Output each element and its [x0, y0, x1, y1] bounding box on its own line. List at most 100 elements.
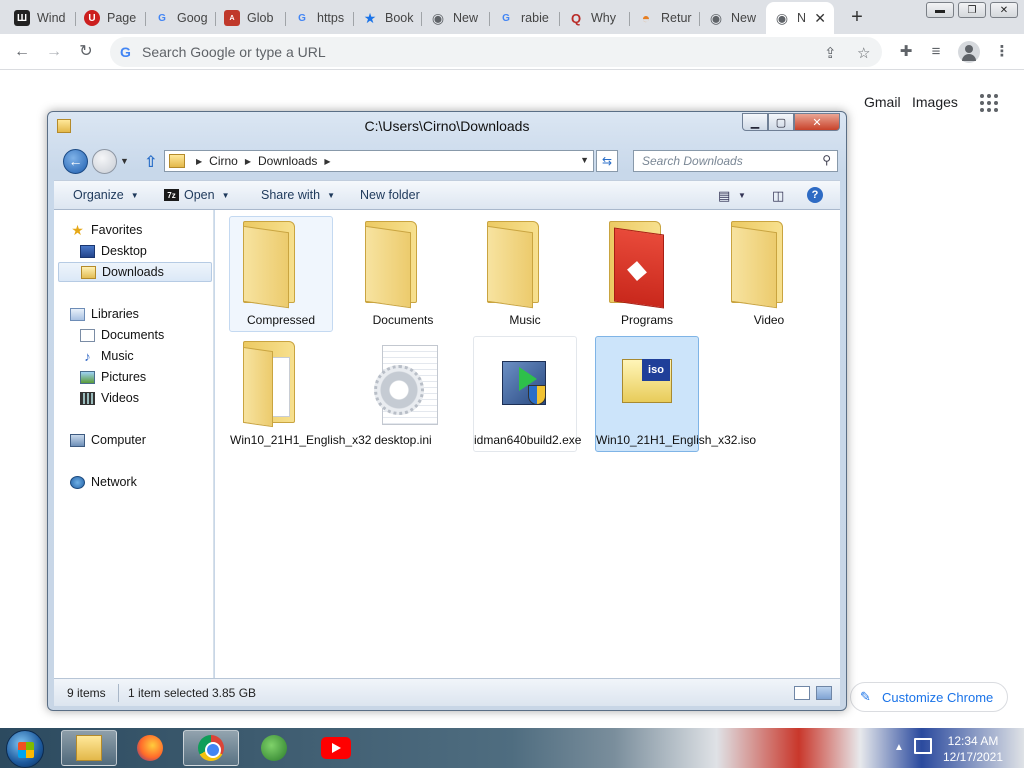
forward-button[interactable] — [92, 149, 117, 174]
file-item[interactable]: Compressed — [229, 216, 333, 332]
chevron-right-icon[interactable]: ▶ — [196, 157, 202, 166]
history-dropdown-icon[interactable]: ▼ — [120, 156, 129, 166]
help-icon[interactable]: ? — [807, 187, 823, 203]
tab-page[interactable]: U Page — [76, 4, 146, 32]
back-button[interactable]: ← — [63, 149, 88, 174]
share-with-button[interactable]: Share with ▼ — [261, 188, 335, 202]
up-arrow-icon[interactable]: ⇧ — [144, 152, 157, 172]
details-view-icon[interactable] — [794, 686, 810, 700]
tab-new[interactable]: ◉ New — [422, 4, 490, 32]
new-folder-label: New folder — [360, 188, 420, 202]
tab-wind[interactable]: Ш Wind — [6, 4, 76, 32]
pencil-icon: ✎ — [860, 689, 871, 704]
reload-icon[interactable]: ↻ — [76, 42, 96, 62]
network-tray-icon[interactable] — [914, 738, 932, 754]
folder-icon — [474, 217, 576, 313]
taskbar-youtube[interactable] — [308, 730, 364, 766]
window-title: C:\Users\Cirno\Downloads — [364, 118, 530, 134]
omnibox[interactable]: G Search Google or type a URL ⇪ ☆ — [110, 37, 882, 67]
chevron-right-icon[interactable]: ▶ — [324, 157, 330, 166]
file-name: Win10_21H1_English_x32.iso — [596, 433, 757, 447]
tab-book[interactable]: ★ Book — [354, 4, 422, 32]
file-item[interactable]: Music — [473, 216, 577, 332]
avatar[interactable] — [958, 41, 980, 63]
large-icons-view-icon[interactable] — [816, 686, 832, 700]
tray-expand-icon[interactable]: ▲ — [894, 742, 904, 753]
maximize-button[interactable]: ▢ — [768, 113, 794, 131]
new-folder-button[interactable]: New folder — [360, 188, 420, 202]
change-view-icon[interactable]: ▤ — [718, 188, 730, 204]
google-icon: G — [158, 12, 166, 24]
7zip-icon: 7z — [164, 189, 179, 201]
nav-libraries[interactable]: Libraries — [70, 304, 228, 324]
tab-why[interactable]: Q Why — [560, 4, 630, 32]
nav-downloads[interactable]: Downloads — [58, 262, 212, 282]
extensions-icon[interactable]: ✚ — [896, 42, 916, 62]
minimize-button[interactable]: ▬ — [926, 2, 954, 18]
nav-computer[interactable]: Computer — [70, 430, 228, 450]
chevron-right-icon[interactable]: ▶ — [245, 157, 251, 166]
taskbar-chrome[interactable] — [183, 730, 239, 766]
taskbar-explorer[interactable] — [61, 730, 117, 766]
status-bar: 9 items 1 item selected 3.85 GB — [54, 678, 840, 706]
taskbar-firefox[interactable] — [122, 730, 178, 766]
refresh-icon[interactable]: ⇆ — [596, 150, 618, 172]
nav-favorites[interactable]: ★ Favorites — [70, 220, 228, 240]
tab-glob[interactable]: A Glob — [216, 4, 286, 32]
folder-icon — [76, 735, 102, 761]
file-item-selected[interactable]: iso Win10_21H1_English_x32.iso — [595, 336, 757, 452]
tab-rabie[interactable]: G rabie — [490, 4, 560, 32]
search-icon[interactable]: ⚲ — [822, 153, 831, 167]
chevron-down-icon[interactable]: ▼ — [580, 155, 589, 165]
forward-arrow-icon[interactable]: → — [44, 42, 64, 62]
omnibox-placeholder[interactable]: Search Google or type a URL — [142, 44, 326, 60]
bookmark-star-icon[interactable]: ☆ — [857, 44, 870, 62]
tab-goog[interactable]: G Goog — [146, 4, 216, 32]
close-button[interactable]: ✕ — [990, 2, 1018, 18]
media-queue-icon[interactable]: ≡ — [926, 42, 946, 62]
maximize-button[interactable]: ❐ — [958, 2, 986, 18]
share-icon[interactable]: ⇪ — [824, 44, 837, 62]
chevron-down-icon[interactable]: ▼ — [738, 191, 746, 200]
breadcrumb-downloads[interactable]: Downloads — [258, 154, 317, 168]
window-controls: ▬ ❐ ✕ — [926, 2, 1018, 18]
tab-retur[interactable]: ◓ Retur — [630, 4, 700, 32]
tab-label: https — [317, 11, 345, 25]
file-item[interactable]: desktop.ini — [351, 336, 455, 452]
minimize-button[interactable]: ▁ — [742, 113, 768, 131]
close-button[interactable]: ✕ — [794, 113, 840, 131]
new-tab-button[interactable]: + — [846, 6, 868, 28]
breadcrumb-cirno[interactable]: Cirno — [209, 154, 238, 168]
clock-time: 12:34 AM — [947, 734, 999, 748]
nav-label: Favorites — [91, 223, 143, 237]
search-input[interactable]: Search Downloads ⚲ — [633, 150, 838, 172]
chevron-down-icon: ▼ — [221, 190, 230, 200]
clock[interactable]: 12:34 AM 12/17/2021 — [940, 733, 1006, 765]
images-link[interactable]: Images — [912, 94, 958, 110]
file-item[interactable]: Documents — [351, 216, 455, 332]
back-arrow-icon[interactable]: ← — [12, 42, 32, 62]
tab-new-2[interactable]: ◉ New — [700, 4, 766, 32]
clock-date: 12/17/2021 — [942, 750, 1004, 764]
close-icon[interactable]: ✕ — [814, 10, 826, 27]
start-button[interactable] — [6, 730, 44, 768]
tab-label: Page — [107, 11, 137, 25]
customize-chrome-button[interactable]: ✎ Customize Chrome — [850, 682, 1008, 712]
file-item[interactable]: ◆ Programs — [595, 216, 699, 332]
tab-label: Goog — [177, 11, 208, 25]
menu-dots-icon[interactable]: ⋮ — [992, 42, 1012, 62]
google-apps-icon[interactable] — [980, 94, 1000, 112]
tab-https[interactable]: G https — [286, 4, 354, 32]
file-item[interactable]: Win10_21H1_English_x32 — [229, 336, 371, 452]
address-bar[interactable]: ▶ Cirno ▶ Downloads ▶ ▼ — [164, 150, 594, 172]
file-item[interactable]: Video — [717, 216, 821, 332]
tab-active[interactable]: ◉ N ✕ — [766, 2, 834, 34]
organize-button[interactable]: Organize ▼ — [73, 188, 139, 202]
taskbar-idm[interactable] — [246, 730, 302, 766]
nav-label: Documents — [101, 328, 165, 342]
file-item[interactable]: idman640build2.exe — [473, 336, 581, 452]
open-button[interactable]: 7z Open ▼ — [164, 188, 230, 202]
nav-network[interactable]: Network — [70, 472, 228, 492]
preview-pane-icon[interactable]: ◫ — [772, 188, 784, 204]
gmail-link[interactable]: Gmail — [864, 94, 901, 110]
